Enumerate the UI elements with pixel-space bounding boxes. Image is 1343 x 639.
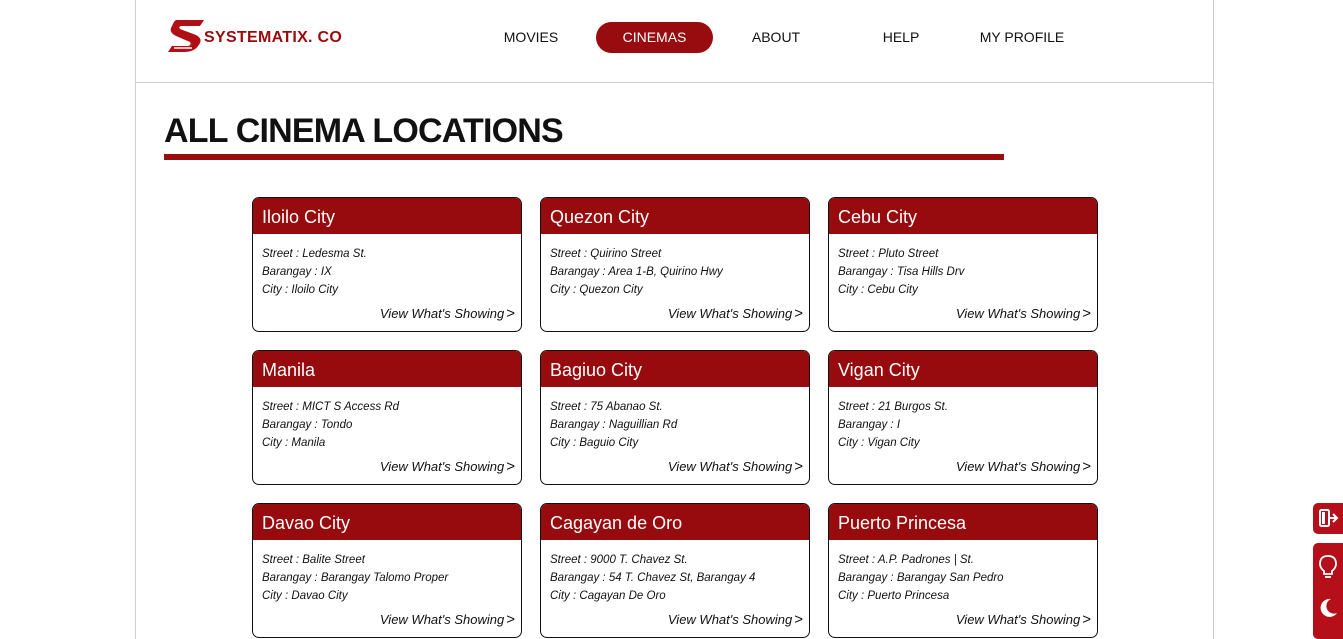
view-showing-label: View What's Showing bbox=[955, 612, 1081, 627]
dark-mode-button[interactable] bbox=[1313, 591, 1343, 639]
chevron-right-icon: > bbox=[1082, 305, 1091, 322]
city-text: City : Iloilo City bbox=[262, 284, 339, 296]
title-underline bbox=[164, 154, 1004, 160]
barangay-text: Barangay : Barangay Talomo Proper bbox=[262, 572, 449, 584]
header: SYSTEMATIX. CO MOVIES CINEMAS ABOUT HELP… bbox=[136, 0, 1213, 83]
barangay-text: Barangay : Tisa Hills Drv bbox=[838, 266, 965, 278]
cinema-name: Bagiuo City bbox=[541, 351, 809, 387]
cinema-address: Street : Pluto Street Barangay : Tisa Hi… bbox=[829, 234, 1097, 299]
chevron-right-icon: > bbox=[506, 611, 515, 628]
nav-about[interactable]: ABOUT bbox=[736, 22, 816, 53]
view-showing-link[interactable]: View What's Showing > bbox=[956, 611, 1091, 628]
nav-movies[interactable]: MOVIES bbox=[491, 22, 571, 53]
cinema-address: Street : MICT S Access Rd Barangay : Ton… bbox=[253, 387, 521, 452]
view-showing-label: View What's Showing bbox=[379, 459, 505, 474]
cinema-name: Vigan City bbox=[829, 351, 1097, 387]
barangay-text: Barangay : Barangay San Pedro bbox=[838, 572, 1004, 584]
logout-button[interactable] bbox=[1313, 503, 1343, 534]
street-text: Street : Pluto Street bbox=[838, 248, 939, 260]
street-text: Street : MICT S Access Rd bbox=[262, 401, 399, 413]
view-showing-label: View What's Showing bbox=[667, 612, 793, 627]
barangay-text: Barangay : Area 1-B, Quirino Hwy bbox=[550, 266, 723, 278]
theme-controls bbox=[1313, 543, 1343, 639]
cinema-name: Quezon City bbox=[541, 198, 809, 234]
barangay-text: Barangay : Naguillian Rd bbox=[550, 419, 678, 431]
nav-my-profile[interactable]: MY PROFILE bbox=[976, 22, 1068, 53]
cinema-card: Davao City Street : Balite Street Barang… bbox=[252, 503, 522, 638]
street-text: Street : 75 Abanao St. bbox=[550, 401, 663, 413]
chevron-right-icon: > bbox=[794, 305, 803, 322]
chevron-right-icon: > bbox=[506, 305, 515, 322]
view-showing-link[interactable]: View What's Showing > bbox=[956, 458, 1091, 475]
cinema-card: Cagayan de Oro Street : 9000 T. Chavez S… bbox=[540, 503, 810, 638]
view-showing-link[interactable]: View What's Showing > bbox=[380, 458, 515, 475]
view-showing-link[interactable]: View What's Showing > bbox=[668, 458, 803, 475]
chevron-right-icon: > bbox=[794, 458, 803, 475]
lightbulb-icon bbox=[1319, 555, 1337, 578]
view-showing-link[interactable]: View What's Showing > bbox=[668, 305, 803, 322]
cinema-address: Street : 21 Burgos St. Barangay : I City… bbox=[829, 387, 1097, 452]
street-text: Street : Ledesma St. bbox=[262, 248, 367, 260]
cinema-card: Cebu City Street : Pluto Street Barangay… bbox=[828, 197, 1098, 332]
view-showing-label: View What's Showing bbox=[955, 306, 1081, 321]
view-showing-label: View What's Showing bbox=[379, 612, 505, 627]
cinema-name: Cebu City bbox=[829, 198, 1097, 234]
cinema-name: Davao City bbox=[253, 504, 521, 540]
city-text: City : Davao City bbox=[262, 590, 348, 602]
cinema-name: Iloilo City bbox=[253, 198, 521, 234]
logout-icon bbox=[1319, 509, 1339, 527]
city-text: City : Cagayan De Oro bbox=[550, 590, 666, 602]
nav-help[interactable]: HELP bbox=[861, 22, 941, 53]
cinema-address: Street : Ledesma St. Barangay : IX City … bbox=[253, 234, 521, 299]
cinema-address: Street : 75 Abanao St. Barangay : Naguil… bbox=[541, 387, 809, 452]
cinema-card: Quezon City Street : Quirino Street Bara… bbox=[540, 197, 810, 332]
view-showing-label: View What's Showing bbox=[667, 459, 793, 474]
cinema-card: Manila Street : MICT S Access Rd Baranga… bbox=[252, 350, 522, 485]
chevron-right-icon: > bbox=[794, 611, 803, 628]
light-mode-button[interactable] bbox=[1313, 543, 1343, 591]
street-text: Street : 21 Burgos St. bbox=[838, 401, 948, 413]
city-text: City : Puerto Princesa bbox=[838, 590, 950, 602]
cinema-card: Vigan City Street : 21 Burgos St. Barang… bbox=[828, 350, 1098, 485]
city-text: City : Cebu City bbox=[838, 284, 918, 296]
barangay-text: Barangay : IX bbox=[262, 266, 332, 278]
chevron-right-icon: > bbox=[506, 458, 515, 475]
cinema-card: Puerto Princesa Street : A.P. Padrones |… bbox=[828, 503, 1098, 638]
city-text: City : Baguio City bbox=[550, 437, 639, 449]
barangay-text: Barangay : 54 T. Chavez St, Barangay 4 bbox=[550, 572, 756, 584]
main-nav: MOVIES CINEMAS ABOUT HELP MY PROFILE bbox=[136, 22, 1213, 53]
barangay-text: Barangay : Tondo bbox=[262, 419, 353, 431]
moon-icon bbox=[1320, 598, 1337, 617]
cinema-card: Iloilo City Street : Ledesma St. Baranga… bbox=[252, 197, 522, 332]
page-title: ALL CINEMA LOCATIONS bbox=[164, 112, 564, 150]
view-showing-link[interactable]: View What's Showing > bbox=[668, 611, 803, 628]
cinema-name: Puerto Princesa bbox=[829, 504, 1097, 540]
view-showing-label: View What's Showing bbox=[379, 306, 505, 321]
view-showing-link[interactable]: View What's Showing > bbox=[380, 611, 515, 628]
cinema-address: Street : Quirino Street Barangay : Area … bbox=[541, 234, 809, 299]
view-showing-label: View What's Showing bbox=[667, 306, 793, 321]
view-showing-link[interactable]: View What's Showing > bbox=[956, 305, 1091, 322]
street-text: Street : Balite Street bbox=[262, 554, 365, 566]
cinema-address: Street : A.P. Padrones | St. Barangay : … bbox=[829, 540, 1097, 605]
cinema-name: Manila bbox=[253, 351, 521, 387]
cinema-name: Cagayan de Oro bbox=[541, 504, 809, 540]
street-text: Street : 9000 T. Chavez St. bbox=[550, 554, 688, 566]
cinema-address: Street : Balite Street Barangay : Barang… bbox=[253, 540, 521, 605]
chevron-right-icon: > bbox=[1082, 611, 1091, 628]
page-frame: SYSTEMATIX. CO MOVIES CINEMAS ABOUT HELP… bbox=[135, 0, 1214, 639]
chevron-right-icon: > bbox=[1082, 458, 1091, 475]
street-text: Street : A.P. Padrones | St. bbox=[838, 554, 974, 566]
street-text: Street : Quirino Street bbox=[550, 248, 662, 260]
city-text: City : Manila bbox=[262, 437, 326, 449]
cinema-address: Street : 9000 T. Chavez St. Barangay : 5… bbox=[541, 540, 809, 605]
view-showing-label: View What's Showing bbox=[955, 459, 1081, 474]
barangay-text: Barangay : I bbox=[838, 419, 901, 431]
city-text: City : Vigan City bbox=[838, 437, 920, 449]
view-showing-link[interactable]: View What's Showing > bbox=[380, 305, 515, 322]
city-text: City : Quezon City bbox=[550, 284, 643, 296]
cinema-card: Bagiuo City Street : 75 Abanao St. Baran… bbox=[540, 350, 810, 485]
nav-cinemas[interactable]: CINEMAS bbox=[596, 22, 713, 53]
